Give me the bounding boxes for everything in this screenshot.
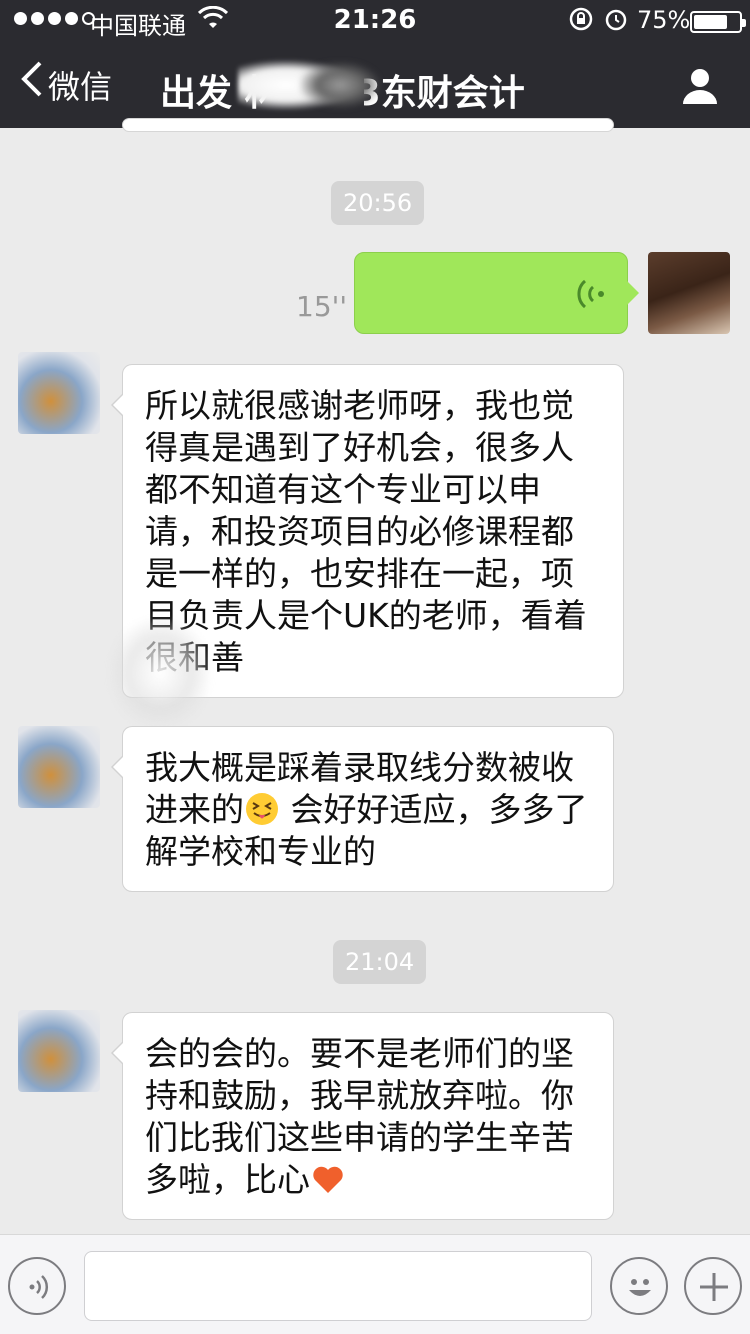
alarm-icon	[604, 6, 628, 38]
status-bar: 中国联通 21:26 75%	[0, 0, 750, 40]
voice-input-button[interactable]	[8, 1257, 66, 1315]
chat-messages[interactable]: 20:56 15'' 所以就很感谢老师呀，我也觉得真是遇到了好机会，很多人都不知…	[0, 118, 750, 1234]
contact-avatar[interactable]	[18, 726, 100, 808]
message-bubble[interactable]: 会的会的。要不是老师们的坚持和鼓励，我早就放弃啦。你们比我们这些申请的学生辛苦多…	[111, 1012, 614, 1220]
voice-wave-icon	[577, 275, 607, 313]
message-text: 所以就很感谢老师呀，我也觉得真是遇到了好机会，很多人都不知道有这个专业可以申请，…	[145, 386, 587, 677]
previous-message-bubble	[122, 118, 614, 132]
contact-avatar[interactable]	[18, 1010, 100, 1092]
message-bubble[interactable]: 所以就很感谢老师呀，我也觉得真是遇到了好机会，很多人都不知道有这个专业可以申请，…	[111, 364, 624, 698]
battery-icon	[690, 11, 746, 33]
input-bar	[0, 1234, 750, 1334]
tongue-squint-emoji-icon	[244, 791, 280, 827]
plus-button[interactable]	[684, 1257, 742, 1315]
message-text: 会的会的。要不是老师们的坚持和鼓励，我早就放弃啦。你们比我们这些申请的学生辛苦多…	[145, 1034, 574, 1199]
back-button[interactable]: 微信	[18, 59, 113, 108]
timestamp: 20:56	[331, 181, 425, 225]
voice-duration: 15''	[296, 290, 348, 323]
heart-emoji-icon	[310, 1161, 346, 1197]
message-bubble[interactable]: 我大概是踩着录取线分数被收进来的 会好好适应，多多了解学校和专业的	[111, 726, 614, 892]
voice-message-bubble[interactable]	[354, 252, 639, 334]
plus-icon	[697, 1270, 731, 1308]
nav-bar: 微信 出发 林2013东财会计	[0, 40, 750, 128]
person-icon[interactable]	[680, 66, 720, 106]
back-chevron-icon	[18, 59, 44, 107]
rotation-lock-icon	[568, 6, 594, 38]
emoji-button[interactable]	[610, 1257, 668, 1315]
emoji-icon	[621, 1268, 659, 1310]
contact-avatar[interactable]	[18, 352, 100, 434]
voice-input-icon	[24, 1271, 54, 1307]
my-avatar[interactable]	[648, 252, 730, 334]
timestamp: 21:04	[333, 940, 427, 984]
back-label: 微信	[48, 68, 113, 106]
battery-percent: 75%	[637, 6, 691, 34]
top-bar: 中国联通 21:26 75% 微信 出发 林2013东财会计	[0, 0, 750, 128]
message-input[interactable]	[84, 1251, 592, 1321]
